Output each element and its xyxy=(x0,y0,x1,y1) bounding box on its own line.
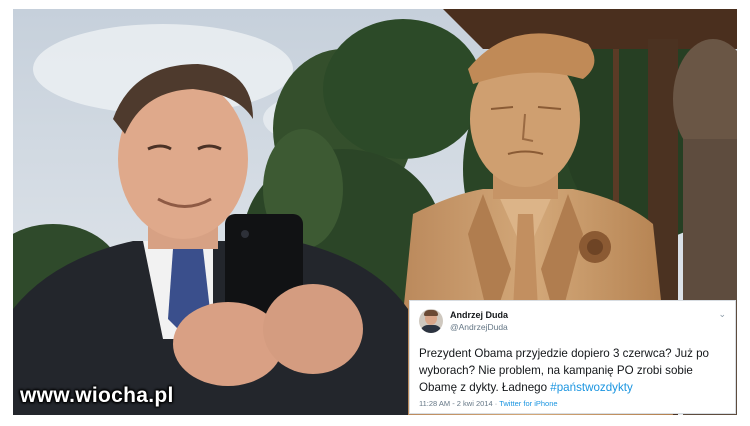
tweet-meta: 11:28 AM - 2 kwi 2014 · Twitter for iPho… xyxy=(419,399,558,408)
tweet-author-name[interactable]: Andrzej Duda xyxy=(450,310,508,320)
tweet-author-handle[interactable]: @AndrzejDuda xyxy=(450,322,508,332)
watermark: www.wiocha.pl xyxy=(20,384,174,407)
tweet-timestamp[interactable]: 11:28 AM - 2 kwi 2014 xyxy=(419,399,493,408)
hand-right xyxy=(263,284,363,374)
tweet-text: Prezydent Obama przyjedzie dopiero 3 cze… xyxy=(419,345,731,396)
embedded-tweet-card[interactable]: Andrzej Duda @AndrzejDuda ⌄ Prezydent Ob… xyxy=(409,300,736,414)
tweet-source-link[interactable]: Twitter for iPhone xyxy=(499,399,557,408)
avatar[interactable] xyxy=(419,309,443,333)
hashtag-link[interactable]: #państwozdykty xyxy=(550,381,633,394)
chevron-down-icon[interactable]: ⌄ xyxy=(718,309,726,320)
